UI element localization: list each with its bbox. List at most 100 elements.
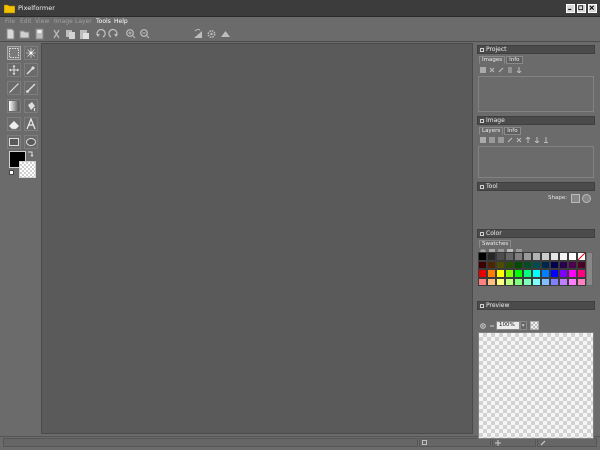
- reset-colors-icon[interactable]: [9, 170, 14, 175]
- eraser-tool[interactable]: [7, 117, 21, 131]
- color-swatch[interactable]: [496, 269, 505, 278]
- swap-colors-icon[interactable]: [27, 151, 34, 158]
- color-swatch[interactable]: [532, 277, 541, 286]
- menu-image[interactable]: Image: [54, 18, 73, 25]
- text-tool[interactable]: [24, 117, 38, 131]
- color-swatch[interactable]: [568, 252, 577, 261]
- color-swatch[interactable]: [559, 252, 568, 261]
- checkerboard-toggle-icon[interactable]: [530, 321, 539, 330]
- panel-menu-icon[interactable]: [480, 232, 484, 236]
- color-swatch[interactable]: [514, 252, 523, 261]
- new-layer-icon[interactable]: [480, 137, 486, 143]
- tool-panel-header[interactable]: Tool: [477, 182, 595, 191]
- color-swatch[interactable]: [568, 260, 577, 269]
- minimize-button[interactable]: [566, 4, 575, 13]
- layers-list[interactable]: [478, 146, 594, 178]
- shape-rectangle-button[interactable]: [571, 194, 580, 203]
- tab-swatches[interactable]: Swatches: [479, 240, 512, 248]
- preview-zoom-out-icon[interactable]: [489, 323, 495, 329]
- swatch-scrollbar[interactable]: [586, 252, 593, 286]
- duplicate-layer-icon[interactable]: [489, 137, 495, 143]
- delete-layer-icon[interactable]: [516, 137, 522, 143]
- gear-icon[interactable]: [206, 28, 217, 40]
- color-swatch[interactable]: [532, 252, 541, 261]
- undo-icon[interactable]: [95, 28, 106, 40]
- color-swatch[interactable]: [478, 269, 487, 278]
- color-swatch[interactable]: [487, 277, 496, 286]
- preview-zoom-dropdown[interactable]: [520, 321, 527, 330]
- color-swatch[interactable]: [487, 269, 496, 278]
- color-swatch[interactable]: [559, 260, 568, 269]
- color-swatch[interactable]: [478, 252, 487, 261]
- edit-layer-icon[interactable]: [507, 137, 513, 143]
- maximize-button[interactable]: [577, 4, 586, 13]
- layer-bottom-icon[interactable]: [543, 137, 549, 143]
- panel-menu-icon[interactable]: [480, 48, 484, 52]
- color-swatch[interactable]: [505, 252, 514, 261]
- tab-images[interactable]: Images: [479, 56, 506, 64]
- color-swatch[interactable]: [505, 269, 514, 278]
- color-swatch[interactable]: [559, 277, 568, 286]
- project-panel-header[interactable]: Project: [477, 45, 595, 54]
- color-swatch[interactable]: [577, 269, 586, 278]
- panel-menu-icon[interactable]: [480, 185, 484, 189]
- color-swatch[interactable]: [496, 277, 505, 286]
- color-swatch[interactable]: [505, 277, 514, 286]
- color-swatch[interactable]: [532, 269, 541, 278]
- shape-ellipse-button[interactable]: [582, 194, 591, 203]
- sort-icon[interactable]: [507, 67, 513, 73]
- magic-wand-tool[interactable]: [24, 46, 38, 60]
- background-color-swatch[interactable]: [19, 161, 36, 178]
- color-swatch[interactable]: [550, 252, 559, 261]
- merge-layer-icon[interactable]: [498, 137, 504, 143]
- color-swatch[interactable]: [487, 252, 496, 261]
- color-swatch[interactable]: [523, 260, 532, 269]
- triangle-icon[interactable]: [220, 28, 231, 40]
- color-swatch[interactable]: [496, 260, 505, 269]
- color-swatch[interactable]: [550, 260, 559, 269]
- new-image-icon[interactable]: [480, 67, 486, 73]
- color-swatch[interactable]: [505, 260, 514, 269]
- layer-down-icon[interactable]: [534, 137, 540, 143]
- menu-help[interactable]: Help: [114, 18, 128, 25]
- menu-tools[interactable]: Tools: [96, 18, 111, 25]
- preview-zoom-field[interactable]: 100%: [496, 321, 520, 330]
- zoom-in-icon[interactable]: [125, 28, 136, 40]
- tab-layers[interactable]: Layers: [479, 127, 504, 135]
- canvas-workspace[interactable]: [41, 43, 473, 434]
- color-swatch[interactable]: [577, 277, 586, 286]
- zoom-out-icon[interactable]: [139, 28, 150, 40]
- save-icon[interactable]: [34, 28, 45, 40]
- sort-desc-icon[interactable]: [516, 67, 522, 73]
- delete-icon[interactable]: [489, 67, 495, 73]
- preview-zoom-in-icon[interactable]: [480, 323, 486, 329]
- edit-icon[interactable]: [498, 67, 504, 73]
- eyedropper-tool[interactable]: [24, 63, 38, 77]
- move-tool[interactable]: [7, 63, 21, 77]
- color-swatch[interactable]: [523, 277, 532, 286]
- ellipse-tool[interactable]: [24, 135, 38, 149]
- line-tool[interactable]: [7, 81, 21, 95]
- color-swatch[interactable]: [550, 269, 559, 278]
- tab-info[interactable]: Info: [506, 56, 523, 64]
- color-swatch[interactable]: [577, 260, 586, 269]
- color-swatch[interactable]: [514, 260, 523, 269]
- rectangle-tool[interactable]: [7, 135, 21, 149]
- menu-edit[interactable]: Edit: [20, 18, 32, 25]
- color-swatch[interactable]: [577, 252, 586, 261]
- close-button[interactable]: [588, 4, 597, 13]
- color-swatch[interactable]: [568, 277, 577, 286]
- color-swatch[interactable]: [559, 269, 568, 278]
- tab-layer-info[interactable]: Info: [504, 127, 521, 135]
- image-panel-header[interactable]: Image: [477, 116, 595, 125]
- redo-icon[interactable]: [108, 28, 119, 40]
- color-swatch[interactable]: [478, 260, 487, 269]
- color-swatch[interactable]: [541, 252, 550, 261]
- color-swatch[interactable]: [523, 252, 532, 261]
- color-swatch[interactable]: [541, 277, 550, 286]
- paste-icon[interactable]: [79, 28, 90, 40]
- open-icon[interactable]: [19, 28, 30, 40]
- panel-menu-icon[interactable]: [480, 304, 484, 308]
- swatch-grid[interactable]: [478, 252, 586, 286]
- color-swatch[interactable]: [514, 277, 523, 286]
